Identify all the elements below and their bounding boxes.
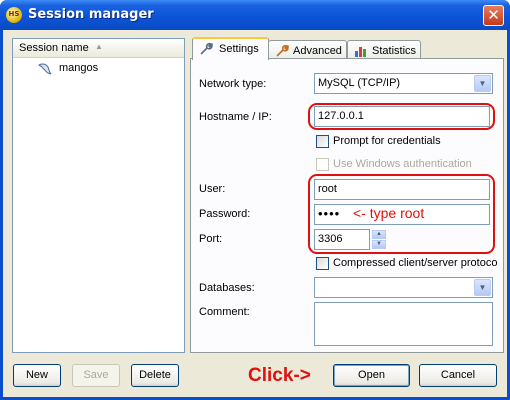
password-label: Password: [199, 208, 251, 220]
save-button[interactable]: Save [72, 364, 120, 387]
tab-label: Settings [219, 43, 259, 55]
tab-label: Advanced [293, 45, 342, 57]
tab-settings[interactable]: Settings [192, 37, 269, 60]
session-name-column-header[interactable]: Session name ▲ [13, 39, 184, 58]
hostname-highlight [308, 103, 495, 130]
hostname-label: Hostname / IP: [199, 111, 272, 123]
wrench-icon [276, 44, 289, 57]
bar-chart-icon [355, 47, 366, 57]
network-type-label: Network type: [199, 78, 267, 90]
open-button[interactable]: Open [333, 364, 410, 387]
settings-panel: Network type: MySQL (TCP/IP) ▼ Hostname … [190, 58, 504, 353]
dolphin-icon [38, 63, 52, 75]
comment-label: Comment: [199, 306, 250, 318]
compressed-protocol-checkbox[interactable] [316, 257, 329, 270]
sort-ascending-icon: ▲ [95, 42, 103, 51]
cancel-button[interactable]: Cancel [419, 364, 497, 387]
title-bar[interactable]: HS Session manager ✕ [0, 0, 510, 30]
prompt-credentials-checkbox[interactable] [316, 135, 329, 148]
chevron-down-icon[interactable]: ▼ [474, 279, 491, 296]
network-type-select[interactable]: MySQL (TCP/IP) ▼ [314, 73, 493, 94]
user-label: User: [199, 183, 226, 195]
databases-select[interactable]: ▼ [314, 277, 493, 298]
close-icon: ✕ [487, 6, 500, 24]
comment-textarea[interactable] [314, 302, 493, 346]
window-title: Session manager [28, 7, 154, 22]
chevron-down-icon[interactable]: ▼ [474, 75, 491, 92]
close-button[interactable]: ✕ [483, 5, 504, 26]
session-manager-window: HS Session manager ✕ Session name ▲ mang… [0, 0, 510, 400]
click-hint-annotation: Click-> [248, 365, 311, 386]
compressed-protocol-label: Compressed client/server protoco [333, 257, 498, 269]
prompt-credentials-label: Prompt for credentials [333, 135, 441, 147]
tab-advanced[interactable]: Advanced [268, 40, 347, 60]
databases-label: Databases: [199, 282, 255, 294]
column-header-label: Session name [19, 42, 89, 54]
credentials-highlight [308, 174, 495, 254]
session-list[interactable]: Session name ▲ mangos [12, 38, 185, 353]
tab-label: Statistics [372, 45, 417, 57]
port-label: Port: [199, 233, 223, 245]
session-item-label: mangos [59, 62, 99, 74]
wrench-icon [200, 42, 213, 55]
delete-button[interactable]: Delete [131, 364, 179, 387]
tab-statistics[interactable]: Statistics [347, 40, 421, 60]
dialog-body: Session name ▲ mangos New Save Delete Se… [3, 30, 507, 397]
new-button[interactable]: New [13, 364, 61, 387]
windows-auth-label: Use Windows authentication [333, 158, 472, 170]
heidisql-app-icon: HS [6, 7, 22, 23]
windows-auth-checkbox[interactable] [316, 158, 329, 171]
